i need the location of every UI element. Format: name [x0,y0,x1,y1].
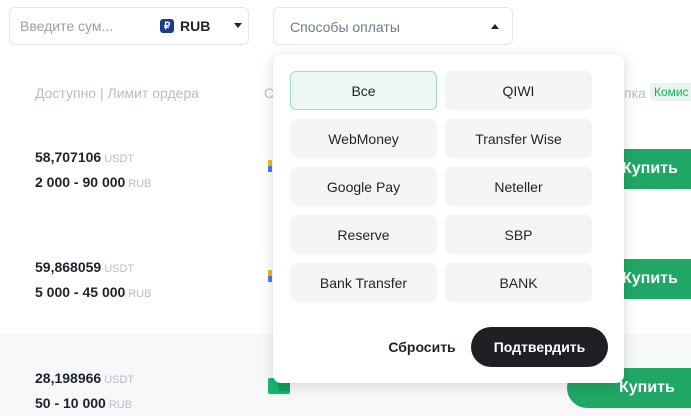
chevron-up-icon [491,24,499,29]
available-amount: 58,707106 USDT [35,149,135,165]
ruble-icon: ₽ [160,19,174,33]
option-bank[interactable]: BANK [445,263,592,302]
available-unit: USDT [104,263,135,275]
order-limit: 5 000 - 45 000 RUB [35,284,152,300]
fee-badge: Комис [650,83,691,101]
reset-button[interactable]: Сбросить [372,327,472,367]
payment-method-icon [268,270,272,282]
payment-methods-label: Способы оплаты [290,19,400,35]
available-unit: USDT [104,374,135,386]
option-webmoney[interactable]: WebMoney [290,119,437,158]
header-available-limit: Доступно | Лимит ордера [35,85,200,101]
option-transfer-wise[interactable]: Transfer Wise [445,119,592,158]
available-amount: 59,868059 USDT [35,259,135,275]
available-amount: 28,198966 USDT [35,370,135,386]
offer-row: 58,707106 USDT 2 000 - 90 000 RUB [35,149,152,190]
amount-filter: ₽ RUB [9,7,249,45]
offer-row: 59,868059 USDT 5 000 - 45 000 RUB [35,259,152,300]
payment-methods-dropdown: Все QIWI WebMoney Transfer Wise Google P… [273,54,624,383]
option-sbp[interactable]: SBP [445,215,592,254]
limit-unit: RUB [128,178,152,190]
limit-unit: RUB [128,288,152,300]
available-unit: USDT [104,153,135,165]
currency-select[interactable]: ₽ RUB [160,8,248,44]
option-bank-transfer[interactable]: Bank Transfer [290,263,437,302]
offer-row: 28,198966 USDT 50 - 10 000 RUB [35,370,134,411]
currency-label: RUB [180,18,211,34]
option-qiwi[interactable]: QIWI [445,71,592,110]
order-limit: 50 - 10 000 RUB [35,395,133,411]
confirm-button[interactable]: Подтвердить [471,327,608,367]
chevron-down-icon [234,23,242,28]
option-neteller[interactable]: Neteller [445,167,592,206]
order-limit: 2 000 - 90 000 RUB [35,174,152,190]
payment-method-icon [268,160,272,172]
option-google-pay[interactable]: Google Pay [290,167,437,206]
option-all[interactable]: Все [290,71,437,110]
limit-unit: RUB [108,399,133,411]
header-right: пка [624,85,646,101]
option-reserve[interactable]: Reserve [290,215,437,254]
payment-methods-select[interactable]: Способы оплаты [273,7,513,45]
amount-input[interactable] [20,8,148,44]
